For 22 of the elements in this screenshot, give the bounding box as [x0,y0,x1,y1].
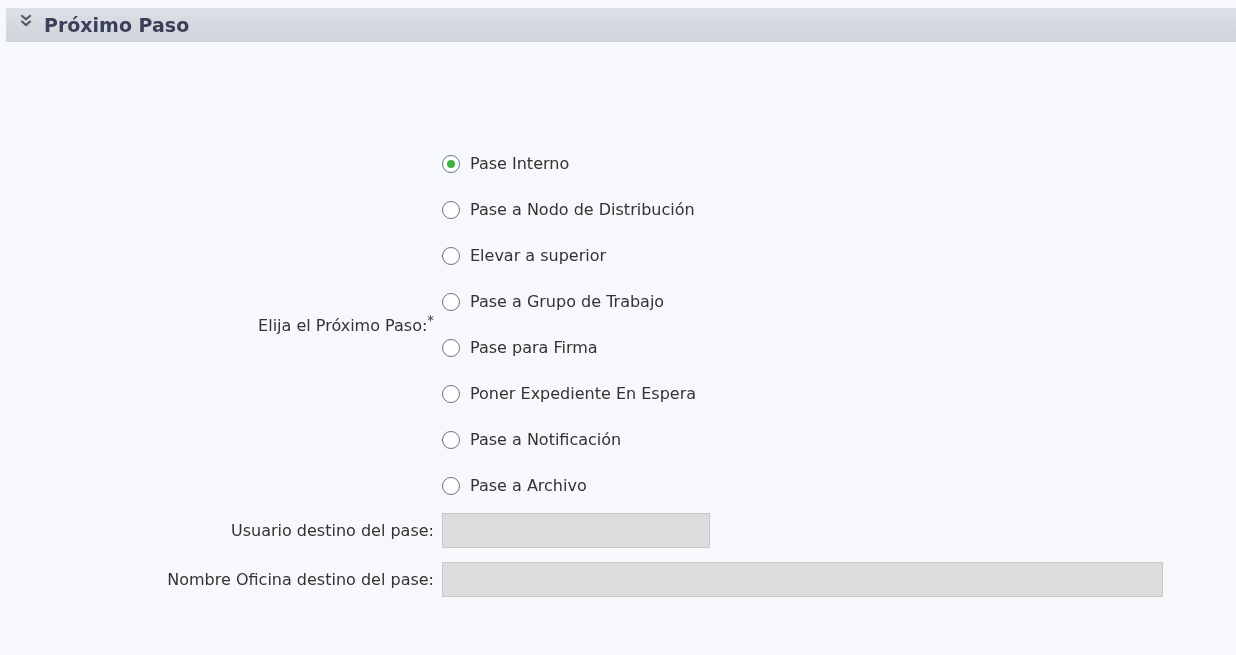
section-title: Próximo Paso [44,14,190,36]
field-label: Nombre Oficina destino del pase: [166,570,434,589]
radio-button[interactable] [442,338,460,357]
radio-label[interactable]: Pase a Nodo de Distribución [470,200,695,219]
radio-button[interactable] [442,246,460,265]
chevron-icon[interactable] [20,14,32,28]
radio-label[interactable]: Pase a Notificación [470,430,622,449]
radio-button[interactable] [442,292,460,311]
radio-button[interactable] [442,200,460,219]
radio-button[interactable] [442,430,460,449]
field-label: Usuario destino del pase: [229,521,434,540]
section-header[interactable]: Próximo Paso [6,8,1236,42]
radio-button[interactable] [442,384,460,403]
radio-button[interactable] [442,154,460,173]
radio-label[interactable]: Pase para Firma [470,338,598,357]
radio-label[interactable]: Pase a Grupo de Trabajo [470,292,665,311]
radio-label[interactable]: Poner Expediente En Espera [470,384,697,403]
radio-button[interactable] [442,476,460,495]
radio-label[interactable]: Elevar a superior [470,246,607,265]
field-label: Elija el Próximo Paso:$^{*}$ [257,313,434,336]
radio-label[interactable]: Pase Interno [470,154,570,173]
radio-label[interactable]: Pase a Archivo [470,476,587,495]
